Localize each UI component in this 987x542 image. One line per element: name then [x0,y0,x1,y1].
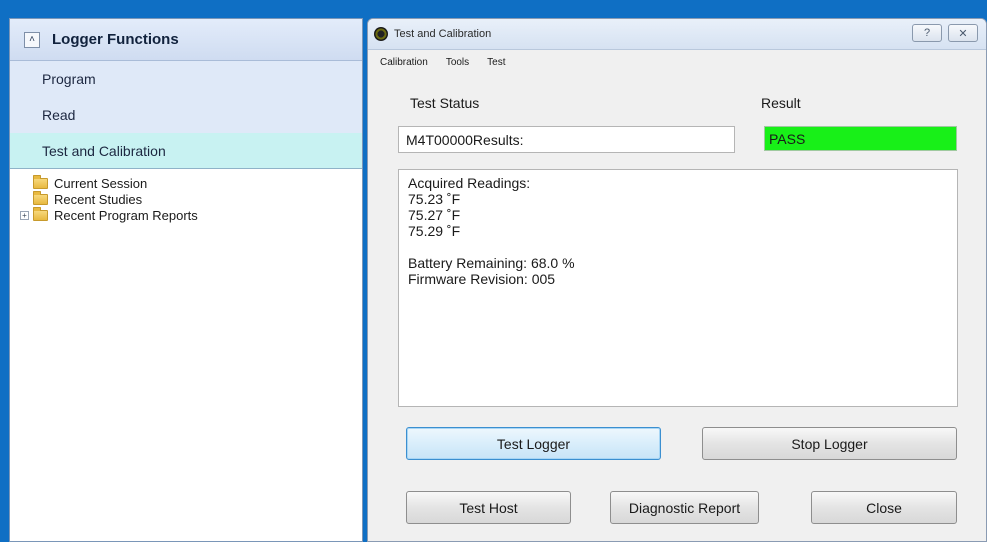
collapse-icon[interactable]: ˄ [24,31,40,48]
folder-icon [33,206,48,221]
nav-item-program[interactable]: Program [10,61,362,97]
folder-icon [33,174,48,189]
nav-item-label: Test and Calibration [42,142,166,159]
tree-item-recent-program-reports[interactable]: + Recent Program Reports [20,206,362,223]
readings-line: 75.23 ˚F [408,191,461,207]
result-value: PASS [769,130,806,147]
result-field: PASS [764,126,957,151]
window-title: Test and Calibration [394,28,492,40]
nav-item-test-and-calibration[interactable]: Test and Calibration [10,133,362,169]
test-host-button[interactable]: Test Host [406,491,571,524]
readings-line: 75.27 ˚F [408,207,461,223]
close-icon: ✕ [958,27,968,40]
tree-item-label: Current Session [54,175,148,191]
expand-icon[interactable]: + [20,210,29,220]
stop-logger-button[interactable]: Stop Logger [702,427,957,460]
folder-tree: Current Session Recent Studies + Recent … [10,169,362,223]
readings-line [408,239,948,255]
test-logger-button[interactable]: Test Logger [406,427,661,460]
readings-line: Firmware Revision: 005 [408,271,556,287]
readings-line: 75.29 ˚F [408,223,461,239]
test-status-value: M4T00000Results: [406,131,524,148]
panel-title: Logger Functions [52,31,179,48]
tree-item-current-session[interactable]: Current Session [20,174,362,191]
nav-item-label: Program [42,71,96,87]
panel-header: ˄ Logger Functions [10,19,362,61]
nav-item-read[interactable]: Read [10,97,362,133]
logger-functions-panel: ˄ Logger Functions Program Read Test and… [9,18,363,542]
help-icon: ? [923,27,931,39]
readings-textbox[interactable]: Acquired Readings: 75.23 ˚F 75.27 ˚F 75.… [398,169,958,407]
app-icon [374,27,388,41]
tree-item-recent-studies[interactable]: Recent Studies [20,190,362,207]
menu-bar: Calibration Tools Test [368,50,986,74]
readings-line: Acquired Readings: [408,175,531,191]
menu-test[interactable]: Test [487,57,505,68]
tree-item-label: Recent Studies [54,191,143,207]
test-status-label: Test Status [410,95,480,111]
window-close-button[interactable]: ✕ [948,24,978,42]
test-and-calibration-dialog: Test and Calibration ? ✕ Calibration Too… [367,18,987,542]
readings-line: Battery Remaining: 68.0 % [408,255,575,271]
close-button[interactable]: Close [811,491,957,524]
nav-item-label: Read [42,107,76,123]
test-status-field[interactable]: M4T00000Results: [398,126,735,153]
tree-item-label: Recent Program Reports [54,207,198,223]
folder-icon [33,190,48,205]
menu-calibration[interactable]: Calibration [380,57,428,68]
result-label: Result [761,95,801,111]
menu-tools[interactable]: Tools [446,57,469,68]
diagnostic-report-button[interactable]: Diagnostic Report [610,491,759,524]
help-button[interactable]: ? [912,24,942,42]
title-bar[interactable]: Test and Calibration ? ✕ [368,19,986,50]
